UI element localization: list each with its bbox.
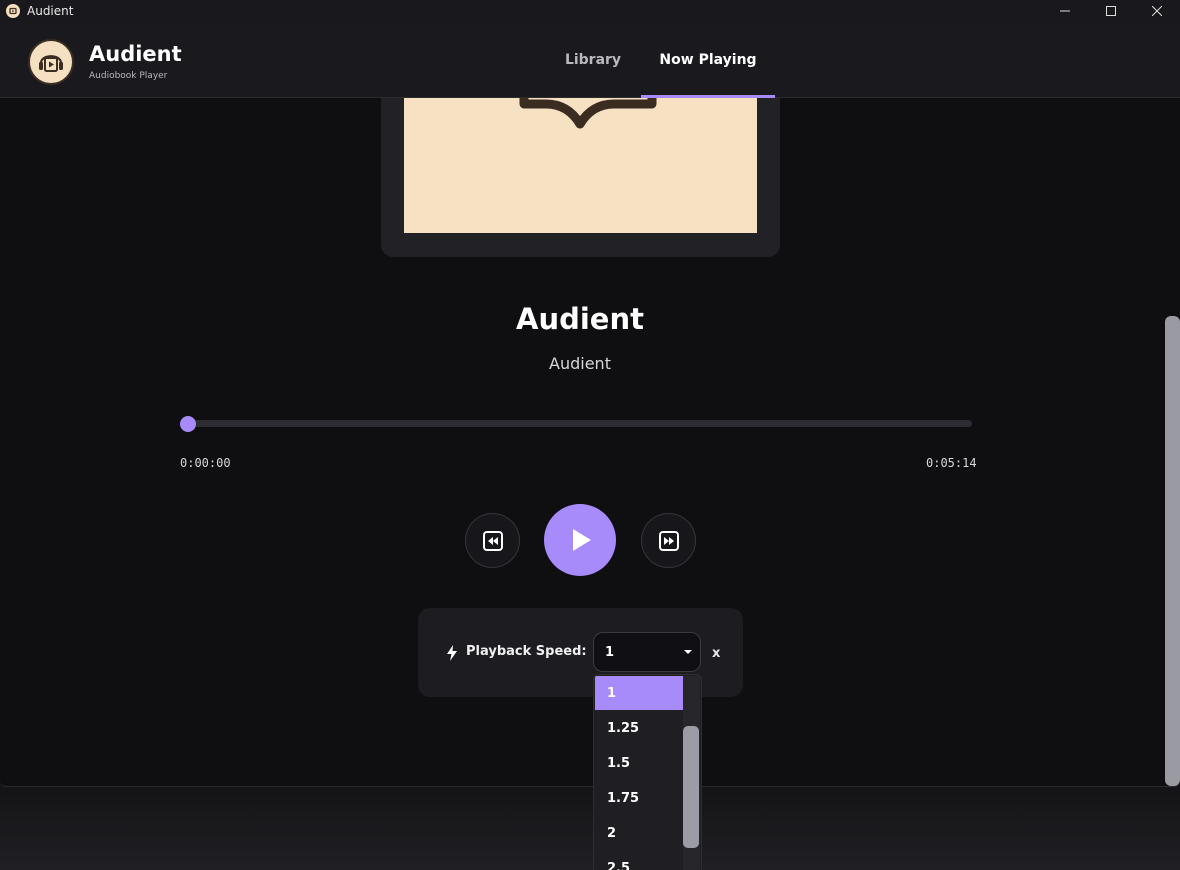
- lightning-icon: [447, 645, 457, 661]
- tab-library[interactable]: Library: [551, 22, 635, 98]
- play-button[interactable]: [544, 504, 616, 576]
- dropdown-scrollbar-thumb[interactable]: [683, 726, 699, 848]
- window-controls: [1042, 0, 1180, 22]
- maximize-icon: [1106, 6, 1116, 16]
- speed-option[interactable]: 2: [595, 816, 684, 850]
- track-title: Audient: [516, 302, 644, 336]
- speed-option[interactable]: 1.75: [595, 781, 684, 815]
- speed-option[interactable]: 2.5: [595, 851, 684, 870]
- minimize-icon: [1060, 10, 1070, 12]
- progress-handle[interactable]: [180, 416, 196, 432]
- playback-speed-select[interactable]: 1: [593, 632, 701, 672]
- window-background: [0, 787, 1180, 870]
- progress-slider[interactable]: [181, 420, 972, 427]
- speed-unit: x: [712, 646, 721, 661]
- app-header: Audient Audiobook Player Library Now Pla…: [0, 22, 1180, 98]
- maximize-button[interactable]: [1088, 0, 1134, 22]
- rewind-button[interactable]: [465, 513, 520, 568]
- elapsed-time: 0:00:00: [180, 456, 231, 470]
- page-scrollbar-thumb[interactable]: [1165, 316, 1180, 786]
- tab-now-playing-label: Now Playing: [659, 52, 757, 68]
- cover-art: [404, 98, 757, 233]
- speed-select-value: 1: [605, 644, 615, 660]
- rewind-icon: [482, 530, 503, 551]
- app-icon: [6, 4, 20, 18]
- speed-option[interactable]: 1: [595, 676, 684, 710]
- speed-options-list: 1 1.25 1.5 1.75 2 2.5: [593, 674, 702, 870]
- minimize-button[interactable]: [1042, 0, 1088, 22]
- tab-library-label: Library: [564, 52, 622, 68]
- track-author: Audient: [549, 354, 611, 373]
- fast-forward-button[interactable]: [641, 513, 696, 568]
- title-bar: Audient: [0, 0, 1180, 22]
- speed-option[interactable]: 1.5: [595, 746, 684, 780]
- book-headphones-icon: [28, 39, 74, 85]
- fast-forward-icon: [658, 530, 679, 551]
- close-button[interactable]: [1134, 0, 1180, 22]
- speed-option[interactable]: 1.25: [595, 711, 684, 745]
- cover-frame: [381, 98, 780, 257]
- brand-subtitle: Audiobook Player: [89, 71, 168, 81]
- brand-name: Audient: [89, 42, 182, 66]
- play-icon: [573, 529, 591, 551]
- window-title: Audient: [27, 4, 74, 18]
- chevron-down-icon: [684, 650, 692, 654]
- playback-speed-label: Playback Speed:: [466, 644, 587, 659]
- close-icon: [1152, 6, 1162, 16]
- tab-now-playing[interactable]: Now Playing: [641, 22, 775, 98]
- now-playing-view: Audient Audient 0:00:00 0:05:14 Playback…: [0, 98, 1180, 787]
- total-duration: 0:05:14: [926, 456, 977, 470]
